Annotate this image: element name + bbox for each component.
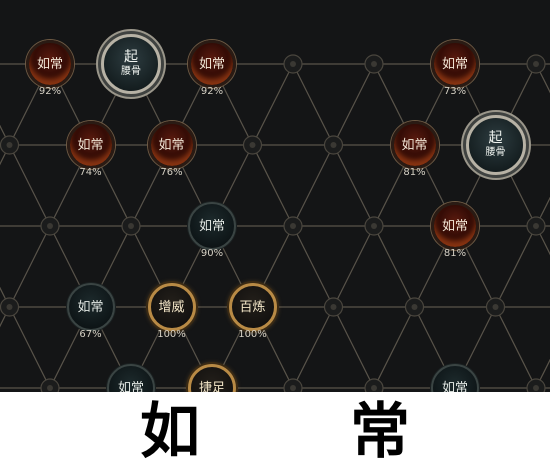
- caption-char-left: 如: [140, 397, 200, 467]
- slot-center-dot: [371, 385, 377, 391]
- node-percent: 81%: [443, 248, 467, 259]
- node-name: 如常: [36, 56, 63, 72]
- grid-line: [8, 225, 51, 308]
- node-percent: 74%: [79, 167, 102, 178]
- grid-line: [0, 286, 11, 308]
- caption-char-right: 常: [350, 397, 410, 467]
- node-name: 如常: [77, 137, 104, 153]
- node-name: 如常: [441, 56, 468, 72]
- slot-center-dot: [492, 304, 499, 310]
- grid-line: [8, 144, 51, 227]
- node-name: 增威: [158, 299, 185, 315]
- grid-line: [373, 225, 416, 308]
- skill-node[interactable]: 如常: [26, 40, 74, 88]
- start-node[interactable]: 起腰骨: [101, 34, 161, 94]
- node-name: 如常: [198, 218, 225, 234]
- grid-line: [251, 144, 294, 227]
- start-node[interactable]: 起腰骨: [465, 115, 526, 175]
- node-subtitle: 腰骨: [485, 147, 506, 158]
- slot-center-dot: [330, 304, 337, 310]
- node-name: 如常: [198, 56, 225, 72]
- node-percent: 100%: [238, 329, 267, 340]
- node-name: 如常: [441, 218, 468, 234]
- slot-center-dot: [533, 223, 539, 229]
- node-percent: 92%: [200, 86, 224, 97]
- node-percent: 81%: [403, 167, 426, 178]
- slot-center-dot: [290, 223, 296, 229]
- grid-line: [292, 144, 335, 227]
- grid-line: [332, 225, 375, 308]
- slot-center-dot: [128, 223, 134, 229]
- node-name: 百炼: [239, 299, 266, 315]
- grid-line: [0, 306, 11, 328]
- skill-node[interactable]: 如常: [431, 202, 479, 250]
- grid-line: [0, 144, 11, 166]
- node-name: 如常: [117, 380, 144, 393]
- node-percent: 100%: [157, 329, 186, 340]
- skill-node[interactable]: 如常: [431, 40, 479, 88]
- grid-line: [535, 63, 550, 94]
- slot-center-dot: [371, 61, 377, 67]
- skill-node[interactable]: 增威: [147, 283, 196, 331]
- slot-center-dot: [533, 385, 539, 391]
- slot-center-dot: [371, 223, 377, 229]
- skill-node[interactable]: 如常: [188, 40, 236, 88]
- node-name: 如常: [401, 137, 428, 153]
- slot-center-dot: [533, 61, 539, 67]
- grid-line: [332, 144, 375, 227]
- grid-line: [494, 225, 537, 308]
- skill-board: 如常 92% 起腰骨 如常 92% 如常 73% 如常 74% 如常 76% 如常 81% 起腰骨 如常 90…: [0, 0, 550, 392]
- skill-node[interactable]: 如常: [188, 202, 236, 250]
- slot-center-dot: [47, 385, 53, 391]
- skill-node[interactable]: 如常: [66, 121, 115, 169]
- node-percent: 67%: [79, 329, 102, 340]
- skill-node[interactable]: 百炼: [228, 283, 277, 331]
- slot-center-dot: [249, 142, 256, 148]
- grid-line: [251, 63, 294, 146]
- grid-line: [494, 306, 537, 389]
- node-percent: 76%: [160, 167, 183, 178]
- slot-center-dot: [330, 142, 337, 148]
- node-name: 起: [124, 49, 138, 65]
- node-percent: 90%: [200, 248, 224, 259]
- node-name: 起: [488, 130, 503, 146]
- grid-line: [535, 358, 550, 389]
- grid-line: [0, 124, 11, 146]
- grid-line: [373, 306, 416, 389]
- slot-center-dot: [47, 223, 53, 229]
- node-name: 如常: [158, 137, 185, 153]
- grid-line: [332, 306, 375, 389]
- grid-line: [292, 63, 335, 146]
- slot-center-dot: [411, 304, 418, 310]
- slot-center-dot: [290, 61, 296, 67]
- skill-node[interactable]: 如常: [390, 121, 439, 169]
- grid-line: [292, 306, 335, 389]
- node-name: 如常: [441, 380, 468, 393]
- slot-center-dot: [290, 385, 296, 391]
- skill-node[interactable]: 如常: [66, 283, 115, 331]
- node-percent: 92%: [38, 86, 62, 97]
- slot-center-dot: [6, 304, 13, 310]
- node-name: 捷足: [198, 380, 225, 393]
- node-subtitle: 腰骨: [121, 66, 141, 77]
- slot-center-dot: [6, 142, 13, 148]
- grid-line: [292, 225, 335, 308]
- grid-line: [535, 196, 550, 227]
- node-percent: 73%: [443, 86, 467, 97]
- grid-line: [535, 225, 550, 256]
- grid-line: [332, 63, 375, 146]
- caption-bar: 如 常: [0, 392, 550, 474]
- node-name: 如常: [77, 299, 104, 315]
- grid-line: [8, 306, 51, 389]
- skill-node[interactable]: 如常: [147, 121, 196, 169]
